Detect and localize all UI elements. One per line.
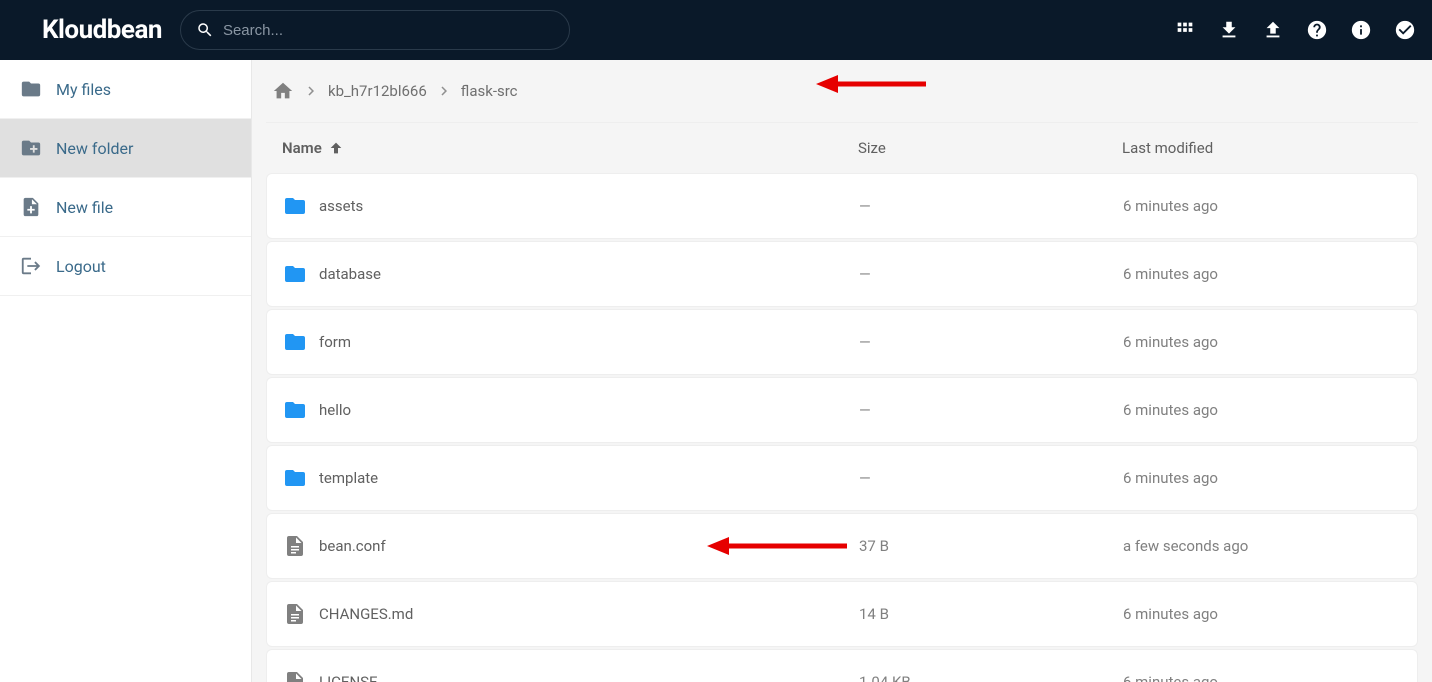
row-icon — [283, 262, 319, 286]
file-size: — — [859, 469, 1123, 487]
table-row[interactable]: template—6 minutes ago — [266, 445, 1418, 511]
sidebar-item-newfolder[interactable]: New folder — [0, 119, 251, 178]
table-row[interactable]: form—6 minutes ago — [266, 309, 1418, 375]
search-input[interactable] — [180, 10, 570, 50]
column-size[interactable]: Size — [858, 139, 1122, 157]
search-icon — [196, 21, 214, 39]
file-size: — — [859, 401, 1123, 419]
file-modified: 6 minutes ago — [1123, 401, 1401, 419]
main-container: My files New folder New file Logout kb_h… — [0, 60, 1432, 682]
folder-icon — [20, 78, 42, 100]
header-actions — [1174, 19, 1416, 41]
file-size: — — [859, 333, 1123, 351]
file-modified: a few seconds ago — [1123, 537, 1401, 555]
file-modified: 6 minutes ago — [1123, 197, 1401, 215]
help-icon[interactable] — [1306, 19, 1328, 41]
sidebar-item-label: My files — [56, 80, 111, 99]
column-name[interactable]: Name — [282, 139, 858, 157]
row-icon — [283, 398, 319, 422]
file-modified: 6 minutes ago — [1123, 469, 1401, 487]
file-icon — [283, 670, 307, 682]
main-panel: kb_h7r12bl666 flask-src Name Size Last m… — [252, 60, 1432, 682]
file-name: hello — [319, 401, 859, 419]
download-icon[interactable] — [1218, 19, 1240, 41]
file-size: 14 B — [859, 605, 1123, 623]
upload-icon[interactable] — [1262, 19, 1284, 41]
row-icon — [283, 602, 319, 626]
row-icon — [283, 466, 319, 490]
file-icon — [283, 534, 307, 558]
row-icon — [283, 670, 319, 682]
breadcrumb-item[interactable]: kb_h7r12bl666 — [328, 82, 427, 100]
sidebar-item-myfiles[interactable]: My files — [0, 60, 251, 119]
chevron-right-icon — [435, 82, 453, 100]
file-size: 1.04 KB — [859, 673, 1123, 682]
file-size: 37 B — [859, 537, 1123, 555]
check-icon[interactable] — [1394, 19, 1416, 41]
file-name: CHANGES.md — [319, 605, 859, 623]
table-row[interactable]: assets—6 minutes ago — [266, 173, 1418, 239]
logout-icon — [20, 255, 42, 277]
file-name: LICENSE — [319, 673, 859, 682]
table-row[interactable]: LICENSE1.04 KB6 minutes ago — [266, 649, 1418, 682]
breadcrumb: kb_h7r12bl666 flask-src — [266, 60, 1418, 123]
table-row[interactable]: hello—6 minutes ago — [266, 377, 1418, 443]
row-icon — [283, 330, 319, 354]
sidebar-item-label: New folder — [56, 139, 133, 158]
app-header: Kloudbean — [0, 0, 1432, 60]
file-modified: 6 minutes ago — [1123, 265, 1401, 283]
folder-icon — [283, 194, 307, 218]
file-list: assets—6 minutes agodatabase—6 minutes a… — [266, 173, 1418, 682]
table-row[interactable]: database—6 minutes ago — [266, 241, 1418, 307]
table-row[interactable]: CHANGES.md14 B6 minutes ago — [266, 581, 1418, 647]
annotation-arrow-icon — [707, 532, 847, 560]
file-name: assets — [319, 197, 859, 215]
sort-asc-icon — [328, 140, 344, 156]
grid-icon[interactable] — [1174, 19, 1196, 41]
file-name: template — [319, 469, 859, 487]
table-header: Name Size Last modified — [266, 123, 1418, 173]
file-plus-icon — [20, 196, 42, 218]
file-modified: 6 minutes ago — [1123, 333, 1401, 351]
sidebar-item-logout[interactable]: Logout — [0, 237, 251, 296]
logo-text: Kloudbean — [42, 15, 162, 45]
row-icon — [283, 534, 319, 558]
column-label: Name — [282, 139, 322, 157]
file-size: — — [859, 265, 1123, 283]
file-modified: 6 minutes ago — [1123, 673, 1401, 682]
sidebar-item-label: Logout — [56, 257, 106, 276]
folder-icon — [283, 466, 307, 490]
file-icon — [283, 602, 307, 626]
table-row[interactable]: bean.conf37 Ba few seconds ago — [266, 513, 1418, 579]
column-modified[interactable]: Last modified — [1122, 139, 1402, 157]
sidebar-item-newfile[interactable]: New file — [0, 178, 251, 237]
file-size: — — [859, 197, 1123, 215]
breadcrumb-item[interactable]: flask-src — [461, 82, 518, 100]
folder-icon — [283, 330, 307, 354]
folder-plus-icon — [20, 137, 42, 159]
folder-icon — [283, 262, 307, 286]
file-name: database — [319, 265, 859, 283]
folder-icon — [283, 398, 307, 422]
chevron-right-icon — [302, 82, 320, 100]
sidebar: My files New folder New file Logout — [0, 60, 252, 682]
file-name: form — [319, 333, 859, 351]
annotation-arrow-icon — [816, 70, 926, 98]
file-modified: 6 minutes ago — [1123, 605, 1401, 623]
home-icon[interactable] — [272, 80, 294, 102]
search-container — [180, 10, 570, 50]
info-icon[interactable] — [1350, 19, 1372, 41]
logo: Kloudbean — [16, 15, 162, 45]
sidebar-item-label: New file — [56, 198, 113, 217]
cloud-icon — [16, 16, 44, 44]
row-icon — [283, 194, 319, 218]
